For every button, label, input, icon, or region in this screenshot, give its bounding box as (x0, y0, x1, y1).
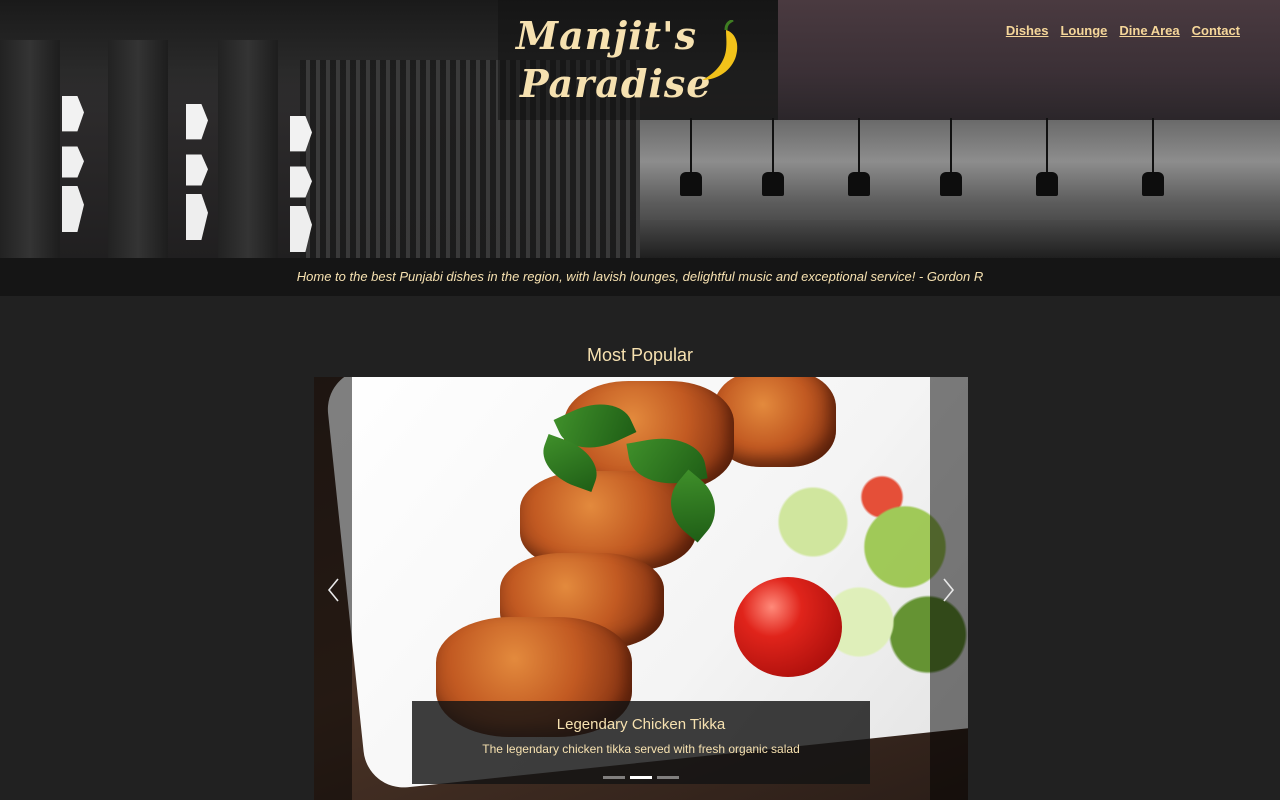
hero-pillar (218, 40, 278, 258)
main-nav: Dishes Lounge Dine Area Contact (1006, 22, 1240, 40)
hero-pillar (108, 40, 168, 258)
nav-link-dishes[interactable]: Dishes (1006, 22, 1049, 40)
hero-wall (778, 0, 1280, 120)
hero-quote: Home to the best Punjabi dishes in the r… (296, 269, 984, 284)
chevron-right-icon (943, 578, 955, 602)
brand-logo[interactable]: Manjit's Paradise (516, 14, 756, 108)
carousel-indicators (603, 776, 683, 780)
caption-text: The legendary chicken tikka served with … (482, 742, 800, 756)
carousel-next-button[interactable] (938, 577, 958, 603)
hero-banner: Manjit's Paradise Dishes Lounge Dine Are… (0, 0, 1280, 296)
pendant-light (848, 118, 870, 198)
pendant-light (1036, 118, 1058, 198)
pendant-light (762, 118, 784, 198)
wall-lamp (186, 104, 208, 240)
cherry-tomato (734, 577, 842, 677)
nav-link-dine-area[interactable]: Dine Area (1119, 22, 1179, 40)
brand-line-1: Manjit's (516, 13, 698, 58)
section-title: Most Popular (586, 345, 694, 365)
hero-pillar (0, 40, 60, 258)
carousel-prev-button[interactable] (324, 577, 344, 603)
slide-caption: Legendary Chicken Tikka The legendary ch… (412, 701, 870, 784)
carousel-indicator-active[interactable] (630, 776, 652, 779)
carousel-indicator[interactable] (603, 776, 625, 779)
carousel-indicator[interactable] (657, 776, 679, 779)
pendant-light (1142, 118, 1164, 198)
brand-line-2: Paradise (520, 61, 712, 106)
nav-link-lounge[interactable]: Lounge (1060, 22, 1107, 40)
pendant-light (940, 118, 962, 198)
wall-lamp (62, 96, 84, 232)
pendant-light (680, 118, 702, 198)
chevron-left-icon (327, 578, 339, 602)
kitchen-counter (640, 220, 1280, 258)
wall-lamp (290, 116, 312, 252)
caption-title: Legendary Chicken Tikka (556, 716, 726, 733)
chili-pepper-icon (702, 20, 738, 80)
dish-carousel[interactable]: Legendary Chicken Tikka The legendary ch… (314, 377, 968, 800)
nav-link-contact[interactable]: Contact (1192, 22, 1240, 40)
